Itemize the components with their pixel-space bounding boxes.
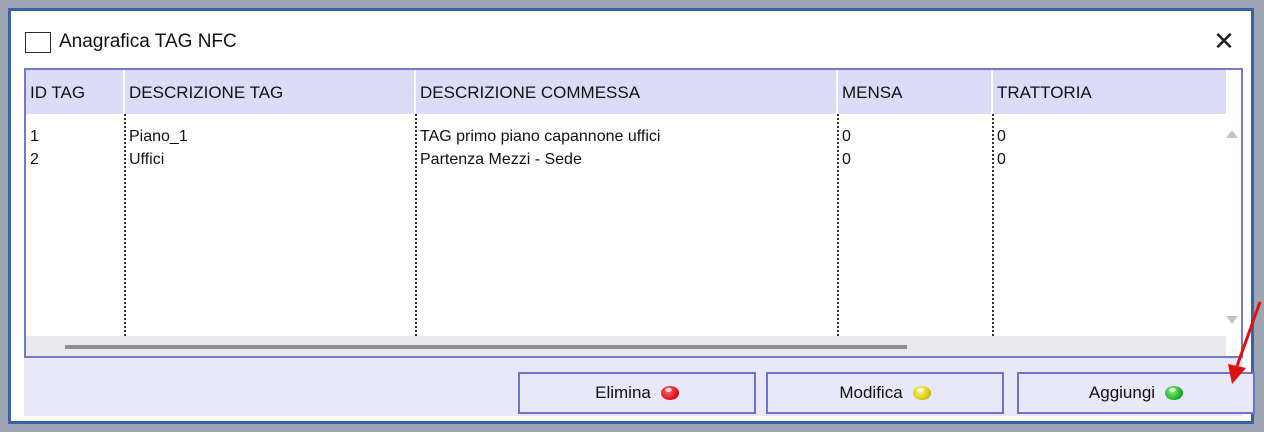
close-icon: ✕	[1213, 26, 1235, 56]
horizontal-scroll-thumb[interactable]	[65, 345, 907, 349]
column-header-mensa[interactable]: MENSA	[838, 70, 993, 114]
horizontal-scrollbar[interactable]	[26, 336, 1226, 356]
cell-trattoria: 0	[997, 151, 1006, 168]
cell-descrizione-commessa: Partenza Mezzi - Sede	[420, 151, 582, 168]
delete-button[interactable]: Elimina	[518, 372, 756, 414]
cell-descrizione-tag: Uffici	[129, 151, 165, 168]
window-title: Anagrafica TAG NFC	[59, 31, 237, 52]
column-header-descrizione-commessa[interactable]: DESCRIZIONE COMMESSA	[416, 70, 838, 114]
tag-table[interactable]: ID TAG DESCRIZIONE TAG DESCRIZIONE COMME…	[24, 68, 1243, 358]
annotation-arrow-icon	[1228, 301, 1262, 384]
add-button-label: Aggiungi	[1088, 383, 1156, 402]
green-led-icon	[1165, 386, 1184, 400]
button-bar: Elimina Modifica Aggiungi	[24, 358, 1255, 416]
edit-button-label: Modifica	[839, 383, 903, 402]
column-header-id-tag[interactable]: ID TAG	[26, 70, 125, 114]
cell-mensa: 0	[842, 151, 851, 168]
close-button[interactable]: ✕	[1209, 26, 1239, 56]
yellow-led-icon	[912, 386, 931, 400]
table-row[interactable]: 2 Uffici Partenza Mezzi - Sede 0 0	[26, 147, 1226, 173]
edit-button[interactable]: Modifica	[766, 372, 1004, 414]
title-bar[interactable]: Anagrafica TAG NFC ✕	[11, 11, 1251, 69]
delete-button-label: Elimina	[595, 383, 651, 402]
window-icon	[25, 32, 51, 53]
column-header-trattoria[interactable]: TRATTORIA	[993, 70, 1226, 114]
cell-id-tag: 2	[30, 151, 39, 168]
red-led-icon	[660, 386, 679, 400]
dialog-window: Anagrafica TAG NFC ✕ ID TAG DESCRIZIONE …	[8, 8, 1255, 424]
table-header: ID TAG DESCRIZIONE TAG DESCRIZIONE COMME…	[26, 70, 1226, 114]
table-body: 1 Piano_1 TAG primo piano capannone uffi…	[26, 114, 1226, 336]
column-header-descrizione-tag[interactable]: DESCRIZIONE TAG	[125, 70, 416, 114]
scroll-up-icon[interactable]	[1226, 130, 1238, 138]
